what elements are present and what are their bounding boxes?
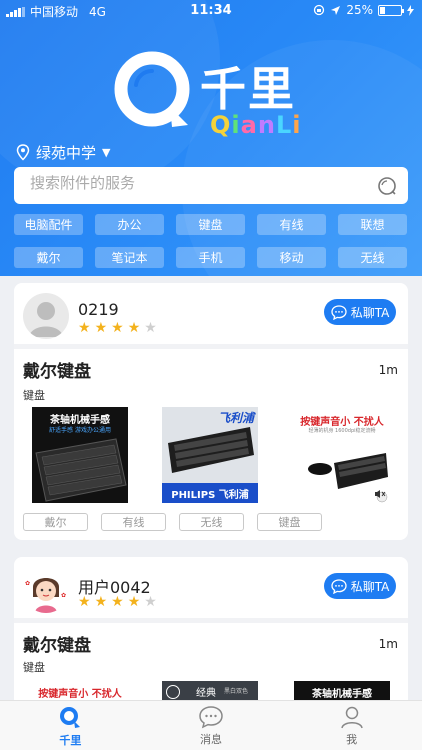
star-icon: ★ bbox=[78, 320, 91, 336]
charging-icon bbox=[407, 4, 414, 16]
star-icon: ★ bbox=[94, 320, 108, 336]
search-bar bbox=[14, 167, 408, 204]
user-icon bbox=[340, 706, 363, 728]
post-tags: 戴尔 有线 无线 键盘 bbox=[23, 513, 322, 531]
chat-button-label: 私聊TA bbox=[350, 305, 390, 320]
location-label: 绿苑中学 bbox=[36, 144, 97, 162]
product-image[interactable]: 按键声音小 不扰人 轻薄的机身 1600dpi稳定流畅 bbox=[294, 407, 390, 503]
chat-bubble-icon bbox=[331, 304, 347, 320]
battery-icon bbox=[378, 4, 404, 16]
tab-home[interactable]: 千里 bbox=[0, 701, 141, 750]
star-icon: ★ bbox=[144, 320, 157, 336]
mute-icon[interactable] bbox=[374, 489, 386, 499]
logo-letter: i bbox=[231, 111, 241, 139]
rating-stars: ★ ★ ★ ★ ★ bbox=[78, 321, 157, 335]
logo-letter: Q bbox=[210, 111, 232, 139]
tab-profile[interactable]: 我 bbox=[281, 701, 422, 750]
category-tag[interactable]: 戴尔 bbox=[14, 247, 83, 268]
post-category: 键盘 bbox=[23, 661, 45, 674]
star-icon: ★ bbox=[127, 320, 141, 336]
logo-letter: i bbox=[292, 111, 302, 139]
caret-down-icon: ▼ bbox=[102, 146, 111, 159]
tab-label: 消息 bbox=[200, 732, 222, 746]
category-tag[interactable]: 手机 bbox=[176, 247, 245, 268]
star-icon: ★ bbox=[144, 594, 157, 610]
location-selector[interactable]: 绿苑中学 ▼ bbox=[16, 142, 110, 163]
post-card[interactable]: 0219 ★ ★ ★ ★ ★ 私聊TA 戴尔键盘 1m 键盘 茶轴机械手感 舒适手感 游… bbox=[14, 283, 408, 540]
logo-letter: n bbox=[257, 111, 276, 139]
chat-button-label: 私聊TA bbox=[350, 579, 390, 594]
orientation-lock-icon bbox=[314, 4, 325, 16]
star-icon: ★ bbox=[94, 594, 108, 610]
post-tag[interactable]: 有线 bbox=[101, 513, 166, 531]
svg-text:✿: ✿ bbox=[25, 580, 30, 587]
post-category: 键盘 bbox=[23, 389, 45, 402]
battery-percent: 25% bbox=[346, 3, 373, 17]
tab-label: 千里 bbox=[59, 733, 82, 747]
rating-stars: ★ ★ ★ ★ ★ bbox=[78, 595, 157, 609]
search-icon[interactable] bbox=[376, 175, 398, 197]
dell-logo-icon bbox=[166, 685, 180, 699]
category-tag[interactable]: 无线 bbox=[338, 247, 407, 268]
image-caption: 茶轴机械手感 bbox=[312, 689, 372, 700]
brand-banner: PHILIPS 飞利浦 bbox=[162, 483, 258, 503]
search-input[interactable] bbox=[30, 175, 360, 192]
private-chat-button[interactable]: 私聊TA bbox=[324, 299, 396, 325]
image-caption: 经典 bbox=[196, 688, 216, 699]
bottom-tab-bar: 千里 消息 我 bbox=[0, 700, 422, 750]
category-tag[interactable]: 联想 bbox=[338, 214, 407, 235]
star-icon: ★ bbox=[78, 594, 91, 610]
q-home-icon bbox=[60, 706, 81, 728]
post-tag[interactable]: 戴尔 bbox=[23, 513, 88, 531]
post-tag[interactable]: 键盘 bbox=[257, 513, 322, 531]
chat-bubble-icon bbox=[331, 578, 347, 594]
q-logo-icon bbox=[114, 51, 190, 127]
category-tag[interactable]: 办公 bbox=[95, 214, 164, 235]
image-caption: 按键声音小 不扰人 bbox=[300, 417, 384, 428]
category-tag[interactable]: 电脑配件 bbox=[14, 214, 83, 235]
image-caption: 茶轴机械手感 bbox=[50, 415, 110, 426]
post-time: 1m bbox=[378, 637, 398, 651]
cartoon-avatar-icon: ✿ ✿ bbox=[25, 578, 66, 613]
app-logo: 千里 QianLi bbox=[108, 45, 318, 145]
keyboard-illustration bbox=[168, 427, 254, 473]
status-bar: 中国移动 4G 11:34 25% bbox=[0, 0, 422, 22]
default-avatar-icon bbox=[29, 302, 63, 337]
star-icon: ★ bbox=[111, 320, 124, 336]
divider bbox=[14, 344, 408, 349]
post-tag[interactable]: 无线 bbox=[179, 513, 244, 531]
svg-text:✿: ✿ bbox=[61, 592, 66, 599]
image-caption-sub: 黑白双色 bbox=[224, 688, 249, 695]
location-arrow-icon bbox=[331, 5, 341, 15]
post-card[interactable]: ✿ ✿ 用户0042 ★ ★ ★ ★ ★ 私聊TA 戴尔键盘 1m 键盘 按键声音小 不… bbox=[14, 557, 408, 707]
category-tags: 电脑配件 办公 键盘 有线 联想戴尔 笔记本 手机 移动 无线 bbox=[14, 214, 408, 268]
star-icon: ★ bbox=[127, 594, 141, 610]
product-image[interactable]: 飞利浦 PHILIPS 飞利浦 bbox=[162, 407, 258, 503]
user-name[interactable]: 0219 bbox=[78, 300, 119, 319]
tab-label: 我 bbox=[346, 732, 358, 746]
image-caption: 按键声音小 不扰人 bbox=[38, 689, 122, 700]
keyboard-illustration bbox=[35, 438, 127, 502]
tab-messages[interactable]: 消息 bbox=[141, 701, 282, 750]
logo-letter: L bbox=[275, 111, 293, 139]
category-tag[interactable]: 有线 bbox=[257, 214, 326, 235]
message-icon bbox=[199, 705, 223, 728]
private-chat-button[interactable]: 私聊TA bbox=[324, 573, 396, 599]
post-title[interactable]: 戴尔键盘 bbox=[23, 631, 91, 656]
avatar[interactable] bbox=[23, 293, 69, 339]
post-title[interactable]: 戴尔键盘 bbox=[23, 357, 91, 382]
image-caption-sub: 舒适手感 游戏办公通用 bbox=[49, 427, 111, 434]
map-pin-icon bbox=[16, 144, 30, 161]
logo-letter: a bbox=[240, 111, 258, 139]
category-tag[interactable]: 移动 bbox=[257, 247, 326, 268]
brand-name: 千里 bbox=[200, 62, 296, 116]
category-tag[interactable]: 键盘 bbox=[176, 214, 245, 235]
star-icon: ★ bbox=[111, 594, 124, 610]
divider bbox=[14, 618, 408, 623]
category-tag[interactable]: 笔记本 bbox=[95, 247, 164, 268]
product-image[interactable]: 茶轴机械手感 舒适手感 游戏办公通用 bbox=[32, 407, 128, 503]
brand-subtitle: QianLi bbox=[210, 111, 301, 139]
avatar[interactable]: ✿ ✿ bbox=[23, 567, 69, 613]
post-time: 1m bbox=[378, 363, 398, 377]
